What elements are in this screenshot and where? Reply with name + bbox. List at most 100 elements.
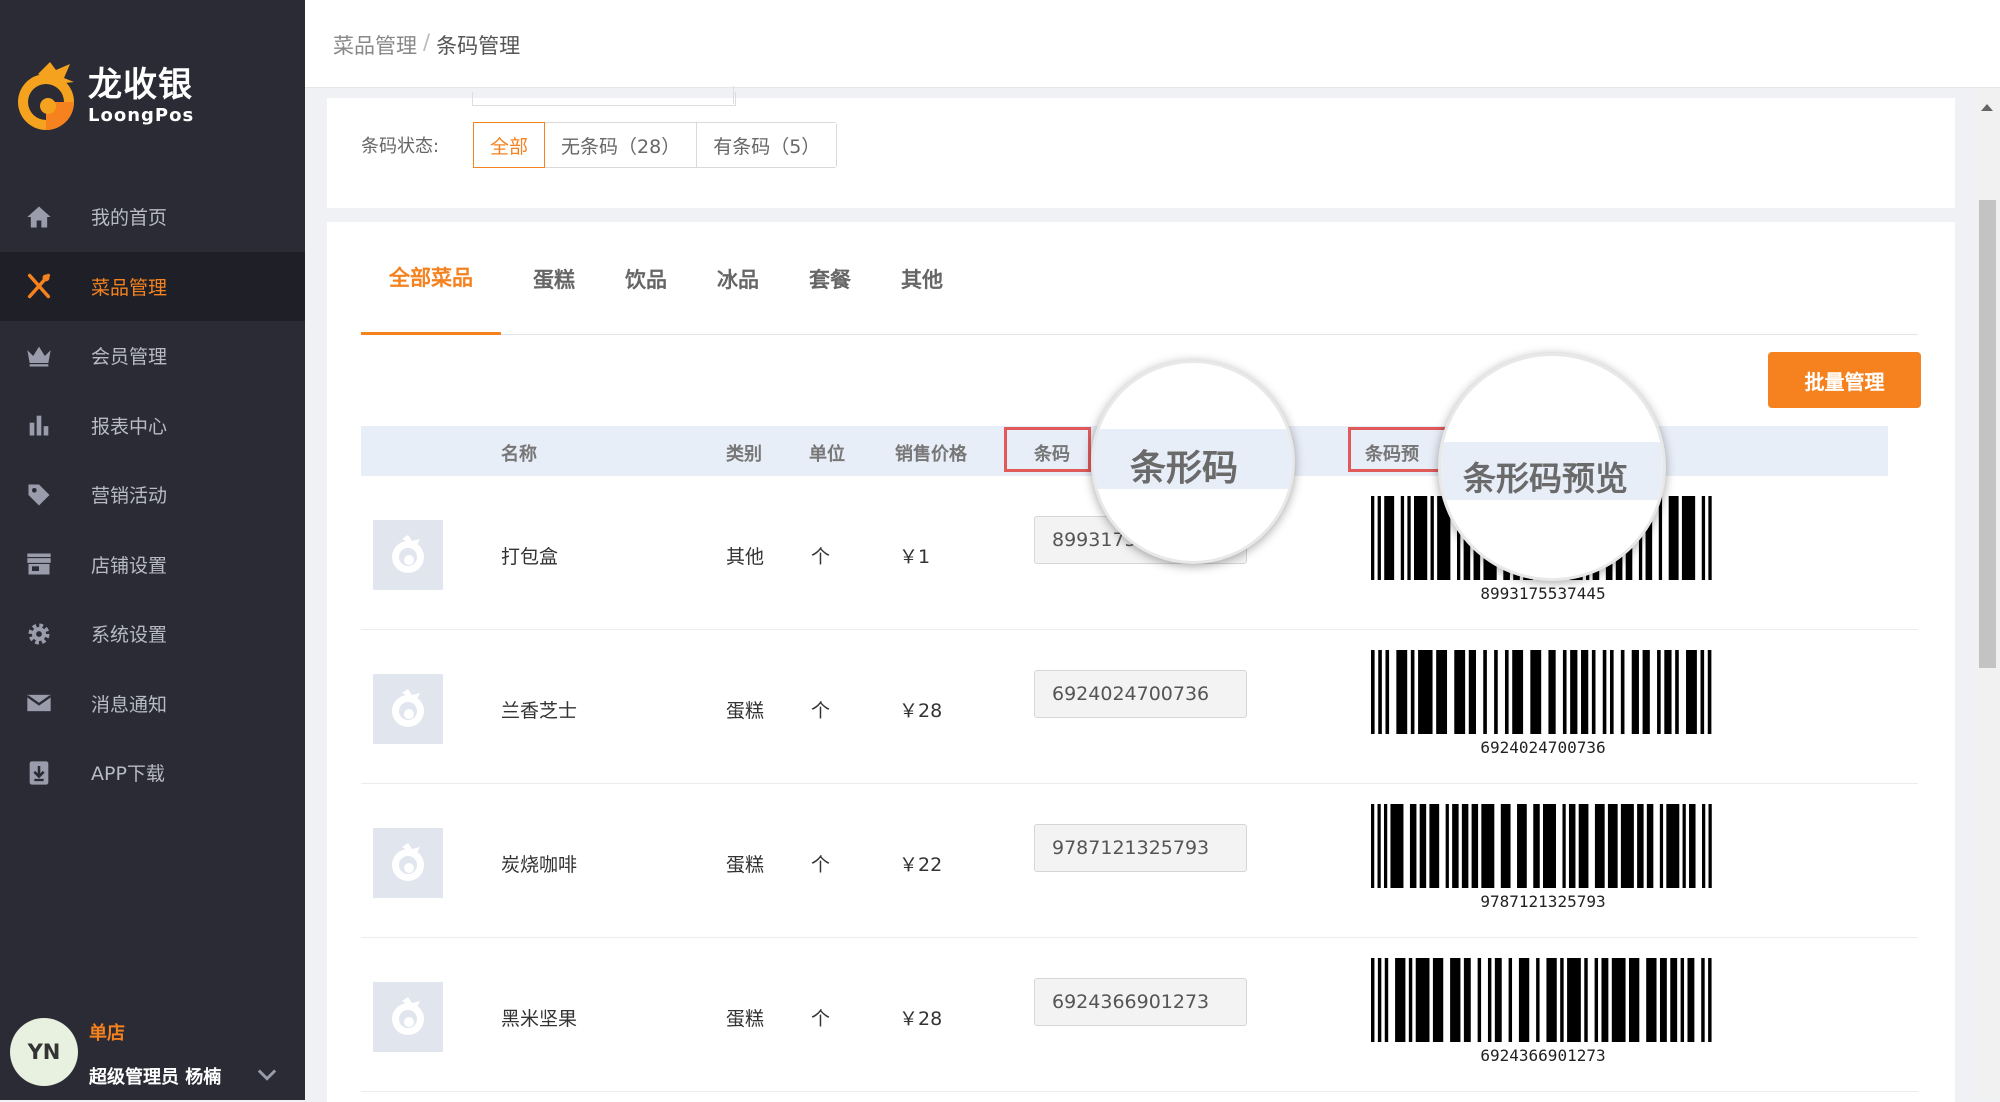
dish-category: 蛋糕 (726, 854, 765, 876)
crown-icon (24, 341, 54, 371)
brand-name-en: LoongPos (88, 104, 195, 126)
barcode-input[interactable]: 6924024700736 (1034, 670, 1247, 718)
home-icon (24, 202, 54, 232)
dish-unit: 个 (811, 700, 831, 722)
tag-icon (24, 480, 54, 510)
filter-option-no-barcode[interactable]: 无条码（28） (545, 123, 698, 167)
logo: 龙收银 LoongPos (16, 56, 194, 134)
store-icon (24, 549, 54, 579)
barcode-preview-number: 9787121325793 (1480, 892, 1606, 911)
sidebar-item-dishes[interactable]: 菜品管理 (0, 251, 305, 321)
breadcrumb-current: 条码管理 (436, 34, 521, 58)
batch-manage-button[interactable]: 批量管理 (1768, 352, 1921, 408)
tab-ice[interactable]: 冰品 (717, 222, 759, 335)
dish-barcode-card: 全部菜品 蛋糕 饮品 冰品 套餐 其他 批量管理 名称 类别 单位 销售价格 条… (327, 222, 1955, 1102)
dish-unit: 个 (811, 546, 831, 568)
barcode-preview (1371, 958, 1712, 1042)
dish-category: 蛋糕 (726, 700, 765, 722)
sidebar-item-messages[interactable]: 消息通知 (0, 669, 305, 739)
tab-drinks[interactable]: 饮品 (625, 222, 667, 335)
sidebar-item-label: 店铺设置 (91, 554, 168, 577)
dish-price: ￥22 (899, 854, 943, 876)
user-role-name: 超级管理员 杨楠 (89, 1067, 222, 1088)
sidebar-item-marketing[interactable]: 营销活动 (0, 460, 305, 530)
sidebar-item-members[interactable]: 会员管理 (0, 321, 305, 391)
breadcrumb-parent[interactable]: 菜品管理 (333, 30, 417, 60)
dish-name: 黑米坚果 (501, 1008, 578, 1030)
highlight-preview-header (1348, 427, 1448, 472)
chevron-down-icon[interactable] (253, 1060, 281, 1088)
barcode-preview-number: 6924024700736 (1480, 738, 1606, 757)
sidebar-item-reports[interactable]: 报表中心 (0, 391, 305, 461)
dragon-logo-icon (16, 56, 82, 134)
magnifier-barcode-text: 条形码 (1130, 448, 1239, 489)
barcode-input[interactable]: 6924366901273 (1034, 978, 1247, 1026)
column-header-category: 类别 (726, 444, 762, 465)
dish-price: ￥28 (899, 1008, 943, 1030)
sidebar-item-label: APP下载 (91, 763, 165, 786)
filter-panel: 条码状态: 全部 无条码（28） 有条码（5） (327, 86, 1955, 208)
breadcrumb-separator: / (423, 30, 431, 54)
barcode-preview-number: 8993175537445 (1480, 584, 1606, 603)
barcode-status-filter: 全部 无条码（28） 有条码（5） (473, 122, 838, 168)
highlight-barcode-header (1004, 427, 1091, 472)
scroll-up-arrow-icon[interactable] (1981, 104, 1993, 111)
column-header-price: 销售价格 (895, 444, 967, 465)
sidebar-item-home[interactable]: 我的首页 (0, 182, 305, 252)
barcode-status-label: 条码状态: (361, 136, 440, 157)
tab-combo[interactable]: 套餐 (809, 222, 851, 335)
page-scrollbar[interactable] (1975, 88, 2000, 1100)
store-name: 单店 (89, 1023, 125, 1044)
barcode-preview (1371, 804, 1712, 888)
dish-name: 炭烧咖啡 (501, 854, 578, 876)
dish-unit: 个 (811, 1008, 831, 1030)
barcode-preview-number: 6924366901273 (1480, 1046, 1606, 1065)
dragon-placeholder-icon (392, 843, 424, 881)
dish-category: 其他 (726, 546, 765, 568)
sidebar: 龙收银 LoongPos 我的首页 菜品管理 会员管理 报表中心 营销活动 店铺… (0, 0, 305, 1100)
tab-cake[interactable]: 蛋糕 (533, 222, 575, 335)
dish-price: ￥28 (899, 700, 943, 722)
user-panel[interactable]: YN 单店 超级管理员 杨楠 (10, 1015, 300, 1095)
brand-name-cn: 龙收银 (88, 64, 193, 105)
barcode-preview (1371, 650, 1712, 734)
sidebar-item-settings[interactable]: 系统设置 (0, 599, 305, 669)
sidebar-item-store[interactable]: 店铺设置 (0, 530, 305, 600)
gear-icon (24, 619, 54, 649)
dish-thumbnail (373, 982, 443, 1052)
sidebar-item-app-download[interactable]: APP下载 (0, 738, 305, 808)
dish-name: 兰香芝士 (501, 700, 578, 722)
bar-chart-icon (24, 410, 54, 440)
sidebar-item-label: 系统设置 (91, 624, 168, 647)
sidebar-nav: 我的首页 菜品管理 会员管理 报表中心 营销活动 店铺设置 系统设置 消息通知 … (0, 182, 305, 808)
filter-option-all[interactable]: 全部 (473, 122, 546, 168)
barcode-input[interactable]: 9787121325793 (1034, 824, 1247, 872)
utensils-icon (24, 271, 54, 301)
dish-thumbnail (373, 828, 443, 898)
scroll-thumb[interactable] (1979, 200, 1996, 668)
sidebar-item-label: 报表中心 (91, 415, 168, 438)
dish-category: 蛋糕 (726, 1008, 765, 1030)
magnifier-preview-header: 条形码预览 (1438, 353, 1666, 581)
mail-icon (24, 688, 54, 718)
column-header-name: 名称 (501, 444, 537, 465)
top-header: 菜品管理 / 条码管理 (305, 0, 2000, 88)
dish-price: ￥1 (899, 546, 931, 568)
category-tabs: 全部菜品 蛋糕 饮品 冰品 套餐 其他 (361, 222, 1918, 335)
table-row: 炭烧咖啡 蛋糕 个 ￥22 9787121325793 978712132579… (361, 784, 1918, 938)
sidebar-item-label: 我的首页 (91, 207, 168, 230)
table-row: 兰香芝士 蛋糕 个 ￥28 6924024700736 692402470073… (361, 630, 1918, 784)
search-field-remnant[interactable] (472, 86, 736, 106)
dish-name: 打包盒 (501, 546, 559, 568)
table-row: 黑米坚果 蛋糕 个 ￥28 6924366901273 692436690127… (361, 938, 1918, 1092)
tab-other[interactable]: 其他 (901, 222, 943, 335)
avatar[interactable]: YN (10, 1018, 78, 1086)
tab-all-dishes[interactable]: 全部菜品 (361, 222, 501, 335)
dish-thumbnail (373, 674, 443, 744)
dish-thumbnail (373, 520, 443, 590)
dish-unit: 个 (811, 854, 831, 876)
filter-option-has-barcode[interactable]: 有条码（5） (697, 123, 837, 167)
dragon-placeholder-icon (392, 689, 424, 727)
breadcrumb: 菜品管理 / 条码管理 (333, 30, 520, 60)
dragon-placeholder-icon (392, 997, 424, 1035)
